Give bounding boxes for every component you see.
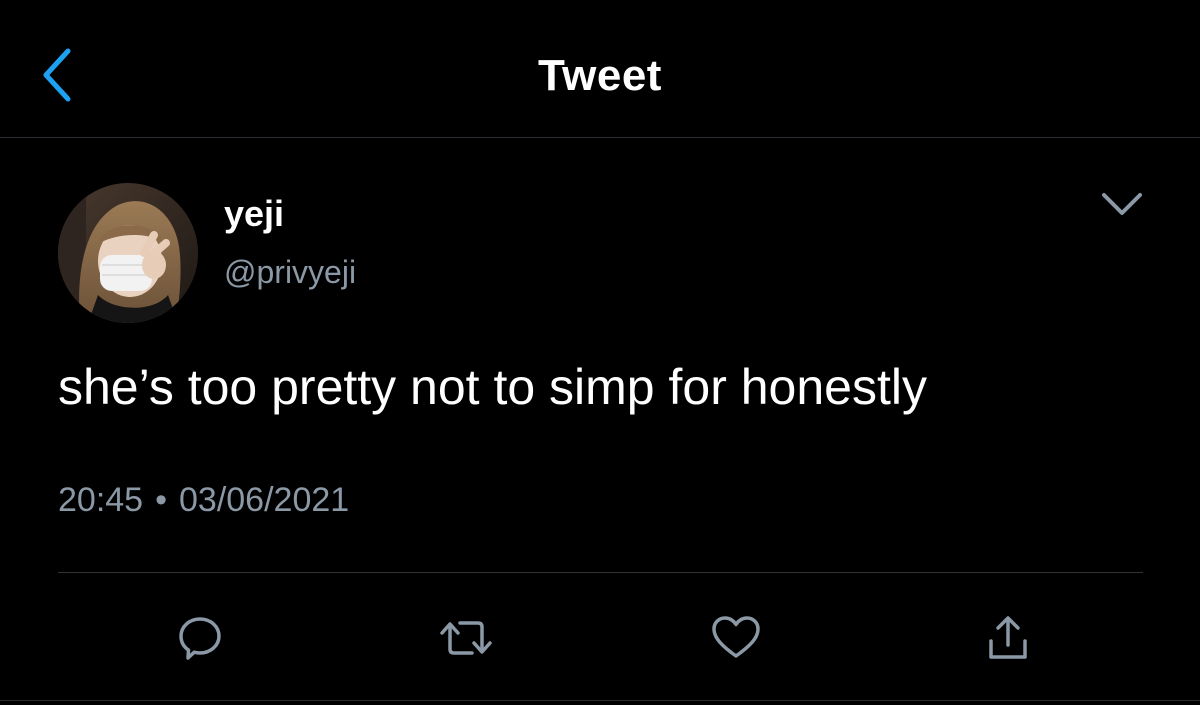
actions-divider [58,572,1143,573]
avatar[interactable] [58,183,198,323]
more-options-button[interactable] [1098,184,1146,224]
avatar-image [58,183,198,323]
share-button[interactable] [978,608,1038,668]
tweet-text: she’s too pretty not to simp for honestl… [58,359,927,415]
author-handle[interactable]: @privyeji [224,252,356,292]
reply-button[interactable] [170,608,230,668]
retweet-icon [438,613,494,663]
tweet-detail-screen: Tweet yeji @privyeji she’s too pretty no… [0,0,1200,705]
chevron-down-icon [1100,191,1144,217]
speech-bubble-icon [175,613,225,663]
header-divider [0,137,1200,138]
top-bar: Tweet [0,0,1200,138]
bottom-divider [0,700,1200,701]
heart-icon [710,613,762,663]
meta-separator: • [155,481,167,519]
tweet-time: 20:45 [58,481,144,519]
tweet-date: 03/06/2021 [179,481,350,519]
tweet-timestamp: 20:45 • 03/06/2021 [58,478,349,522]
retweet-button[interactable] [436,608,496,668]
like-button[interactable] [706,608,766,668]
author-name[interactable]: yeji [224,192,284,236]
share-icon [983,613,1033,663]
page-title: Tweet [538,51,662,100]
